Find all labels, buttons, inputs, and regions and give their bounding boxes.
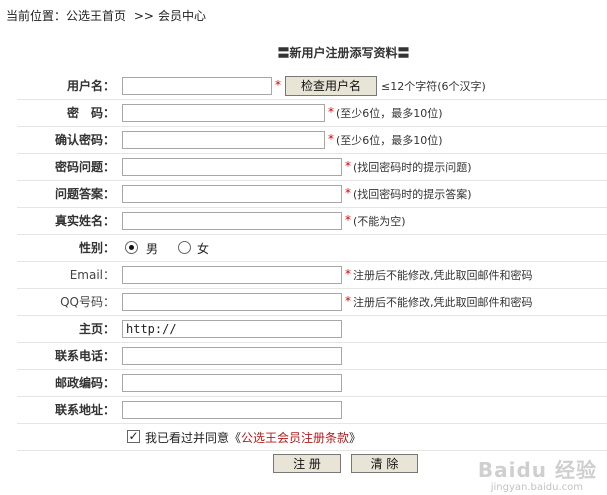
answer-label: 问题答案： xyxy=(54,187,115,201)
breadcrumb-prefix: 当前位置： xyxy=(6,9,67,23)
question-label: 密码问题： xyxy=(54,160,115,174)
row-question: 密码问题： * (找回密码时的提示问题) xyxy=(17,153,607,180)
row-username: 用户名： * 检查用户名 ≤12个字符(6个汉字) xyxy=(17,73,607,99)
breadcrumb-separator: >> xyxy=(133,9,154,23)
address-label: 联系地址： xyxy=(54,403,115,417)
qq-label: QQ号码： xyxy=(60,295,115,309)
breadcrumb: 当前位置：公选王首页 >> 会员中心 xyxy=(6,7,206,24)
password-hint: (至少6位，最多10位) xyxy=(336,107,443,120)
qq-input[interactable] xyxy=(122,293,342,311)
username-label: 用户名： xyxy=(66,79,115,93)
watermark-url: jingyan.baidu.com xyxy=(490,482,583,493)
clear-button[interactable]: 清 除 xyxy=(351,454,418,473)
row-answer: 问题答案： * (找回密码时的提示答案) xyxy=(17,180,607,207)
confirm-password-label: 确认密码： xyxy=(54,133,115,147)
phone-input[interactable] xyxy=(122,347,342,365)
breadcrumb-current[interactable]: 会员中心 xyxy=(158,9,206,23)
registration-form: 用户名： * 检查用户名 ≤12个字符(6个汉字) 密 码： * (至少6位，最… xyxy=(17,73,607,477)
realname-label: 真实姓名： xyxy=(54,214,115,228)
required-star: * xyxy=(328,105,334,119)
username-input[interactable] xyxy=(122,77,272,95)
watermark-logo: Baidu 经验 xyxy=(477,458,597,482)
gender-female-radio[interactable] xyxy=(178,241,191,254)
gender-male-label: 男 xyxy=(146,242,159,256)
row-agree: ✓ 我已看过并同意《公选王会员注册条款》 xyxy=(17,423,607,450)
row-zipcode: 邮政编码： xyxy=(17,369,607,396)
realname-input[interactable] xyxy=(122,212,342,230)
required-star: * xyxy=(345,294,351,308)
password-label: 密 码： xyxy=(66,106,115,120)
row-confirm-password: 确认密码： * (至少6位，最多10位) xyxy=(17,126,607,153)
row-phone: 联系电话： xyxy=(17,342,607,369)
row-gender: 性别： 男 女 xyxy=(17,234,607,261)
address-input[interactable] xyxy=(122,401,342,419)
required-star: * xyxy=(328,132,334,146)
required-star: * xyxy=(345,267,351,281)
required-star: * xyxy=(345,186,351,200)
row-realname: 真实姓名： * (不能为空) xyxy=(17,207,607,234)
qq-hint: 注册后不能修改,凭此取回邮件和密码 xyxy=(353,296,533,309)
terms-link[interactable]: 公选王会员注册条款 xyxy=(241,431,349,445)
realname-hint: (不能为空) xyxy=(353,215,406,228)
zipcode-input[interactable] xyxy=(122,374,342,392)
required-star: * xyxy=(345,213,351,227)
agree-checkbox[interactable]: ✓ xyxy=(127,430,140,443)
password-input[interactable] xyxy=(122,104,325,122)
check-username-button[interactable]: 检查用户名 xyxy=(285,76,377,96)
confirm-password-input[interactable] xyxy=(122,131,325,149)
agree-prefix: 我已看过并同意《 xyxy=(145,431,242,445)
agree-text: 我已看过并同意《公选王会员注册条款》 xyxy=(145,429,361,446)
question-input[interactable] xyxy=(122,158,342,176)
row-homepage: 主页： http:// xyxy=(17,315,607,342)
confirm-password-hint: (至少6位，最多10位) xyxy=(336,134,443,147)
gender-female-label: 女 xyxy=(197,242,210,256)
gender-male-radio[interactable] xyxy=(125,241,138,254)
phone-label: 联系电话： xyxy=(54,349,115,363)
answer-hint: (找回密码时的提示答案) xyxy=(353,188,472,201)
question-hint: (找回密码时的提示问题) xyxy=(353,161,472,174)
answer-input[interactable] xyxy=(122,185,342,203)
row-qq: QQ号码： * 注册后不能修改,凭此取回邮件和密码 xyxy=(17,288,607,315)
row-password: 密 码： * (至少6位，最多10位) xyxy=(17,99,607,126)
required-star: * xyxy=(345,159,351,173)
row-email: Email： * 注册后不能修改,凭此取回邮件和密码 xyxy=(17,261,607,288)
email-input[interactable] xyxy=(122,266,342,284)
row-address: 联系地址： xyxy=(17,396,607,423)
homepage-label: 主页： xyxy=(78,322,115,336)
required-star: * xyxy=(275,78,281,92)
register-button[interactable]: 注 册 xyxy=(273,454,341,473)
email-hint: 注册后不能修改,凭此取回邮件和密码 xyxy=(353,269,533,282)
breadcrumb-home-link[interactable]: 公选王首页 xyxy=(66,9,126,23)
gender-label: 性别： xyxy=(78,241,115,255)
homepage-input[interactable]: http:// xyxy=(122,320,342,338)
username-hint: ≤12个字符(6个汉字) xyxy=(381,80,486,93)
agree-suffix: 》 xyxy=(349,431,362,445)
email-label: Email： xyxy=(69,268,115,282)
zipcode-label: 邮政编码： xyxy=(54,376,115,390)
form-title: 〓新用户注册添写资料〓 xyxy=(277,46,410,60)
